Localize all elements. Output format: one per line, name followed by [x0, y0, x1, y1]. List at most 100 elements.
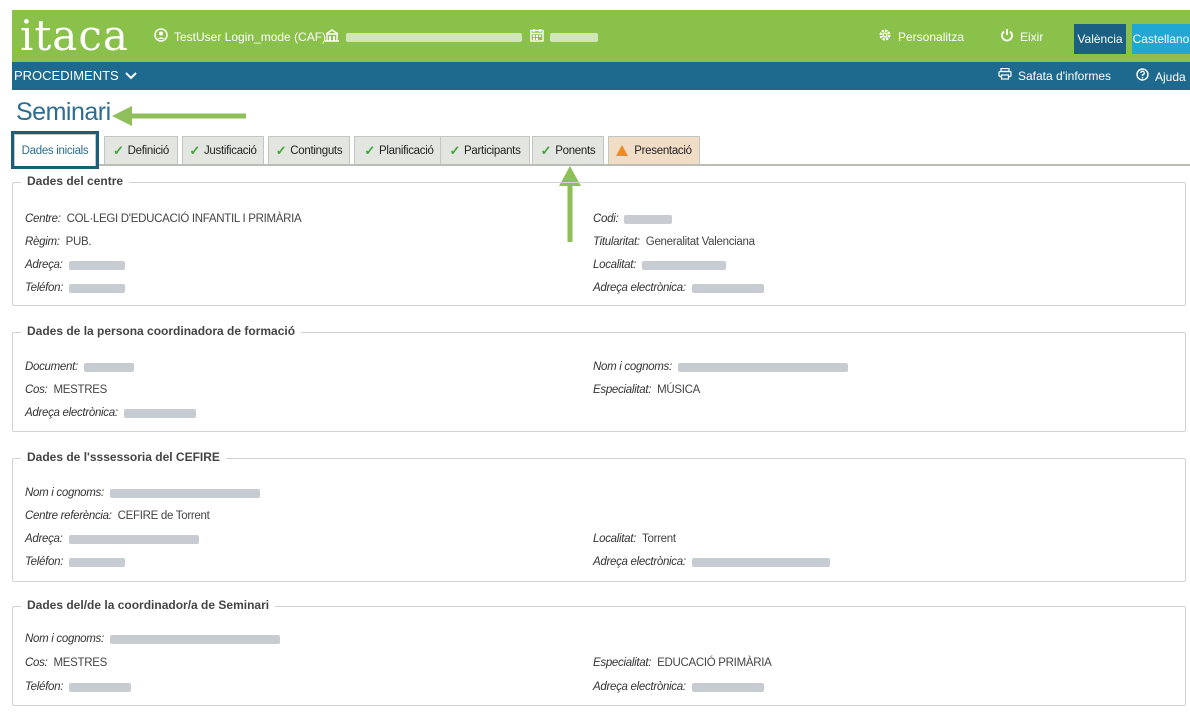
field-label: Teléfon:	[25, 282, 64, 294]
lang-castellano-button[interactable]: Castellano	[1132, 24, 1190, 54]
redacted-value	[69, 283, 126, 293]
field-label: Adreça electrònica:	[593, 556, 686, 568]
field-value: Generalitat Valenciana	[645, 236, 755, 248]
field-label: Adreça electrònica:	[593, 681, 686, 693]
field-value: Torrent	[642, 533, 676, 545]
app-logo[interactable]: itaca	[20, 12, 129, 60]
field-adreca: Adreça:	[25, 533, 199, 545]
section-coordinadora-formacio: Dades de la persona coordinadora de form…	[12, 324, 1186, 432]
warning-icon	[616, 145, 629, 156]
user-icon	[154, 28, 168, 46]
tab-participants[interactable]: ✓ Participants	[440, 136, 530, 164]
annotation-arrow-left-icon	[112, 106, 246, 126]
field-label: Cos:	[25, 657, 48, 669]
procediments-menu[interactable]: PROCEDIMENTS	[14, 68, 137, 84]
field-nom: Nom i cognoms:	[593, 361, 848, 373]
eixir-label: Eixir	[1020, 30, 1044, 44]
redacted-value	[109, 634, 280, 644]
field-titularitat: Titularitat: Generalitat Valenciana	[593, 236, 755, 248]
field-document: Document:	[25, 361, 134, 373]
field-nom: Nom i cognoms:	[25, 633, 280, 645]
field-localitat: Localitat: Torrent	[593, 533, 676, 545]
field-label: Cos:	[25, 384, 48, 396]
redacted-value	[624, 214, 673, 224]
tab-continguts[interactable]: ✓ Continguts	[268, 136, 350, 164]
field-label: Teléfon:	[25, 681, 64, 693]
safata-informes-button[interactable]: Safata d'informes	[998, 67, 1112, 84]
field-telefon: Teléfon:	[25, 282, 126, 294]
tab-label: Presentació	[634, 144, 692, 157]
redacted-value	[68, 534, 199, 544]
ajuda-button[interactable]: Ajuda	[1136, 68, 1186, 85]
field-adreca: Adreça:	[25, 259, 125, 271]
field-label: Codi:	[593, 213, 619, 225]
tab-label: Ponents	[555, 144, 596, 157]
field-label: Centre:	[25, 213, 61, 225]
field-label: Adreça:	[25, 259, 63, 271]
field-label: Adreça electrònica:	[25, 407, 118, 419]
field-label: Règim:	[25, 236, 60, 248]
field-label: Titularitat:	[593, 236, 640, 248]
field-especialitat: Especialitat: MÚSICA	[593, 384, 700, 396]
field-label: Localitat:	[593, 259, 637, 271]
field-label: Nom i cognoms:	[25, 633, 104, 645]
chevron-down-icon	[125, 68, 137, 84]
field-localitat: Localitat:	[593, 259, 727, 271]
field-label: Teléfon:	[25, 556, 64, 568]
eixir-button[interactable]: Eixir	[1000, 28, 1043, 46]
field-email: Adreça electrònica:	[593, 282, 764, 294]
field-value: EDUCACIÓ PRIMÀRIA	[657, 657, 772, 669]
tab-dades-inicials[interactable]: Dades inicials	[11, 131, 99, 169]
check-icon: ✓	[113, 142, 124, 158]
field-regim: Règim: PUB.	[25, 236, 92, 248]
field-value: CEFIRE de Torrent	[117, 510, 210, 522]
field-label: Document:	[25, 361, 78, 373]
date-redacted	[550, 32, 598, 42]
tab-planificacio[interactable]: ✓ Planificació	[354, 136, 444, 164]
tab-presentacio[interactable]: Presentació	[608, 136, 700, 164]
field-especialitat: Especialitat: EDUCACIÓ PRIMÀRIA	[593, 657, 772, 669]
check-icon: ✓	[540, 142, 552, 158]
field-label: Centre referència:	[25, 510, 112, 522]
calendar-icon	[530, 28, 544, 46]
redacted-value	[677, 362, 848, 372]
centre-info	[324, 28, 522, 46]
lang-valencia-button[interactable]: València	[1074, 24, 1126, 54]
field-centre-referencia: Centre referència: CEFIRE de Torrent	[25, 510, 210, 522]
redacted-value	[109, 488, 260, 498]
field-value: MESTRES	[53, 657, 107, 669]
field-label: Localitat:	[593, 533, 637, 545]
redacted-value	[83, 362, 134, 372]
gear-icon	[878, 28, 892, 46]
tab-label: Participants	[464, 144, 521, 157]
printer-icon	[998, 67, 1012, 84]
section-coordinador-seminari: Dades del/de la coordinador/a de Seminar…	[12, 598, 1186, 706]
tab-justificacio[interactable]: ✓ Justificació	[182, 136, 264, 164]
tab-bar: Dades inicials ✓ Definició ✓ Justificaci…	[11, 131, 1190, 169]
field-label: Adreça electrònica:	[593, 282, 686, 294]
user-info: TestUser Login_mode (CAF)	[154, 28, 326, 46]
section-legend: Dades del/de la coordinador/a de Seminar…	[21, 598, 276, 612]
field-telefon: Teléfon:	[25, 556, 126, 568]
tab-ponents[interactable]: ✓ Ponents	[532, 136, 604, 164]
field-cos: Cos: MESTRES	[25, 384, 107, 396]
procediments-label: PROCEDIMENTS	[14, 68, 119, 83]
section-dades-centre: Dades del centre Centre: COL·LEGI D'EDUC…	[12, 174, 1186, 306]
personalitza-button[interactable]: Personalitza	[878, 28, 964, 46]
personalitza-label: Personalitza	[898, 30, 965, 44]
field-label: Especialitat:	[593, 384, 652, 396]
safata-label: Safata d'informes	[1018, 69, 1112, 83]
check-icon: ✓	[275, 142, 287, 158]
redacted-value	[123, 408, 196, 418]
tab-label: Justificació	[203, 144, 257, 157]
check-icon: ✓	[449, 142, 461, 158]
tab-definicio[interactable]: ✓ Definició	[104, 136, 178, 164]
tab-label: Planificació	[379, 144, 434, 157]
section-legend: Dades de l'sssessoria del CEFIRE	[21, 450, 226, 464]
redacted-value	[69, 557, 126, 567]
field-value: COL·LEGI D'EDUCACIÓ INFANTIL I PRIMÀRIA	[66, 213, 302, 225]
field-label: Especialitat:	[593, 657, 652, 669]
tab-label: Dades inicials	[21, 144, 89, 157]
field-nom: Nom i cognoms:	[25, 487, 260, 499]
top-bar: itaca TestUser Login_mode (CAF) Personal…	[12, 10, 1190, 62]
